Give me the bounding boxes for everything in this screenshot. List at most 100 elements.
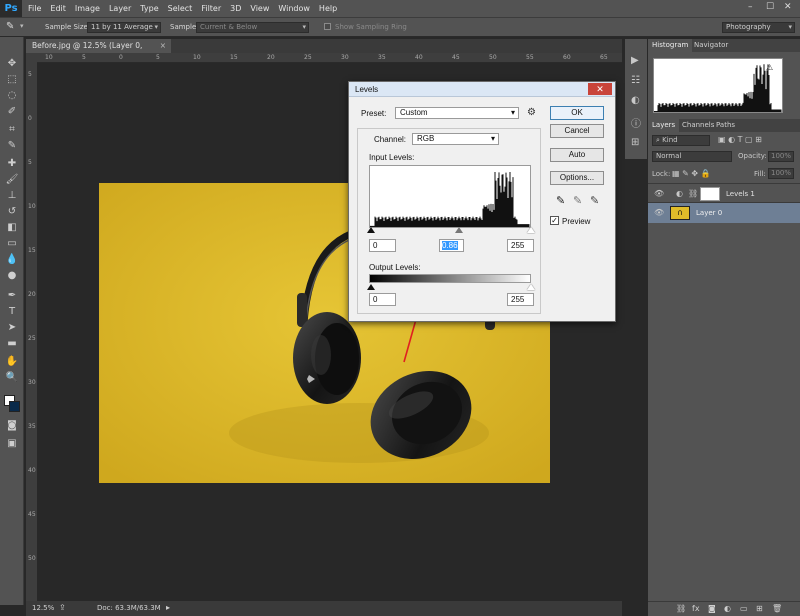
- menu-select[interactable]: Select: [168, 4, 193, 13]
- link-layers-icon[interactable]: ⛓: [676, 604, 686, 613]
- input-white-slider[interactable]: [527, 227, 535, 233]
- input-white-field[interactable]: 255: [507, 239, 534, 252]
- visibility-eye-icon[interactable]: 👁: [654, 208, 664, 217]
- preset-options-gear-icon[interactable]: ⚙: [527, 107, 536, 118]
- background-color-swatch[interactable]: [9, 401, 20, 412]
- preview-checkbox[interactable]: ✓: [550, 216, 559, 225]
- menu-image[interactable]: Image: [75, 4, 100, 13]
- input-gamma-slider[interactable]: [455, 227, 463, 233]
- tab-paths[interactable]: Paths: [712, 119, 739, 132]
- zoom-level[interactable]: 12.5%: [32, 604, 54, 612]
- auto-button[interactable]: Auto: [550, 148, 604, 162]
- dodge-tool-icon[interactable]: ●: [5, 269, 19, 283]
- menu-type[interactable]: Type: [140, 4, 158, 13]
- document-tab[interactable]: Before.jpg @ 12.5% (Layer 0, RGB/8) * ×: [26, 39, 171, 64]
- blend-mode-select[interactable]: Normal: [652, 151, 732, 162]
- layer-mask-thumbnail: [700, 187, 720, 201]
- filter-icons[interactable]: ▣ ◐ T ▢ ⊞: [718, 135, 762, 144]
- delete-layer-icon[interactable]: 🗑: [772, 604, 782, 613]
- menu-window[interactable]: Window: [278, 4, 310, 13]
- menu-file[interactable]: File: [28, 4, 41, 13]
- layer-row[interactable]: 👁 ∩ Layer 0: [648, 203, 800, 223]
- lasso-tool-icon[interactable]: ◌: [5, 89, 19, 103]
- show-ring-checkbox[interactable]: [324, 23, 331, 30]
- input-black-slider[interactable]: [367, 227, 375, 233]
- tab-histogram[interactable]: Histogram: [648, 39, 693, 52]
- status-bar: 12.5% ⇪ Doc: 63.3M/63.3M ▸: [26, 601, 622, 616]
- close-window-button[interactable]: ✕: [784, 2, 792, 12]
- eyedropper-tool-icon[interactable]: ✎: [5, 139, 19, 153]
- visibility-eye-icon[interactable]: 👁: [654, 189, 664, 198]
- input-black-field[interactable]: 0: [369, 239, 396, 252]
- sample-select[interactable]: Current & Below: [196, 22, 309, 33]
- blur-tool-icon[interactable]: 💧: [5, 253, 19, 267]
- marquee-tool-icon[interactable]: ⬚: [5, 73, 19, 87]
- actions-panel-icon[interactable]: ☷: [631, 75, 640, 86]
- zoom-tool-icon[interactable]: 🔍: [5, 371, 19, 385]
- options-button[interactable]: Options...: [550, 171, 604, 185]
- new-group-icon[interactable]: ▭: [740, 604, 748, 613]
- menu-filter[interactable]: Filter: [201, 4, 221, 13]
- menu-help[interactable]: Help: [319, 4, 337, 13]
- share-icon[interactable]: ⇪: [59, 603, 66, 612]
- ruler-h-tick-label: 35: [378, 54, 386, 61]
- info-panel-icon[interactable]: ⓘ: [631, 115, 641, 130]
- workspace-select[interactable]: Photography: [722, 22, 795, 33]
- shape-tool-icon[interactable]: ▬: [5, 337, 19, 351]
- output-black-field[interactable]: 0: [369, 293, 396, 306]
- opacity-field[interactable]: 100%: [768, 151, 794, 162]
- quick-mask-icon[interactable]: ◙: [5, 419, 19, 433]
- healing-tool-icon[interactable]: ✚: [5, 157, 19, 171]
- black-point-eyedropper-icon[interactable]: ✎: [556, 194, 565, 207]
- ok-button[interactable]: OK: [550, 106, 604, 120]
- quick-select-tool-icon[interactable]: ✐: [5, 105, 19, 119]
- path-select-tool-icon[interactable]: ➤: [5, 321, 19, 335]
- preset-select[interactable]: Custom: [395, 107, 519, 119]
- status-menu-arrow-icon[interactable]: ▸: [166, 603, 170, 612]
- tool-preset-chevron-icon[interactable]: ▾: [20, 22, 24, 30]
- tab-layers[interactable]: Layers: [648, 119, 680, 132]
- history-brush-tool-icon[interactable]: ↺: [5, 205, 19, 219]
- minimize-button[interactable]: –: [748, 2, 753, 12]
- menu-view[interactable]: View: [250, 4, 269, 13]
- brush-tool-icon[interactable]: 🖌: [5, 173, 19, 187]
- menu-layer[interactable]: Layer: [109, 4, 131, 13]
- gray-point-eyedropper-icon[interactable]: ✎: [573, 194, 582, 207]
- pen-tool-icon[interactable]: ✒: [5, 289, 19, 303]
- new-adjustment-icon[interactable]: ◐: [724, 604, 731, 613]
- eraser-tool-icon[interactable]: ◧: [5, 221, 19, 235]
- move-tool-icon[interactable]: ✥: [5, 57, 19, 71]
- output-white-slider[interactable]: [527, 284, 535, 290]
- white-point-eyedropper-icon[interactable]: ✎: [590, 194, 599, 207]
- menu-3d[interactable]: 3D: [230, 4, 241, 13]
- input-gamma-field[interactable]: 0.86: [439, 239, 464, 252]
- history-panel-icon[interactable]: ▶: [631, 55, 639, 66]
- lock-icons[interactable]: ▦ ✎ ✥ 🔒: [672, 169, 711, 178]
- crop-tool-icon[interactable]: ⌗: [5, 123, 19, 137]
- menu-edit[interactable]: Edit: [50, 4, 66, 13]
- add-mask-icon[interactable]: ◙: [708, 604, 716, 613]
- dialog-close-button[interactable]: ✕: [588, 83, 612, 95]
- close-tab-icon[interactable]: ×: [160, 39, 166, 53]
- tab-navigator[interactable]: Navigator: [690, 39, 732, 52]
- cancel-button[interactable]: Cancel: [550, 124, 604, 138]
- type-tool-icon[interactable]: T: [5, 305, 19, 319]
- gradient-tool-icon[interactable]: ▭: [5, 237, 19, 251]
- stamp-tool-icon[interactable]: ⊥: [5, 189, 19, 203]
- maximize-button[interactable]: ☐: [766, 2, 774, 12]
- layer-row[interactable]: 👁 ◐ ⛓ Levels 1: [648, 183, 800, 203]
- screen-mode-icon[interactable]: ▣: [5, 437, 19, 451]
- layer-filter-select[interactable]: ⌕ Kind: [652, 135, 710, 146]
- eyedropper-tool-icon[interactable]: ✎: [6, 21, 14, 32]
- properties-panel-icon[interactable]: ⊞: [631, 137, 639, 148]
- output-black-slider[interactable]: [367, 284, 375, 290]
- hand-tool-icon[interactable]: ✋: [5, 355, 19, 369]
- output-white-field[interactable]: 255: [507, 293, 534, 306]
- new-layer-icon[interactable]: ⊞: [756, 604, 763, 613]
- channel-select[interactable]: RGB: [412, 133, 499, 145]
- sample-size-select[interactable]: 11 by 11 Average: [87, 22, 161, 33]
- dialog-title-bar[interactable]: Levels ✕: [349, 82, 615, 97]
- adjustments-panel-icon[interactable]: ◐: [631, 95, 640, 106]
- layer-style-icon[interactable]: fx: [692, 604, 700, 613]
- fill-field[interactable]: 100%: [768, 168, 794, 179]
